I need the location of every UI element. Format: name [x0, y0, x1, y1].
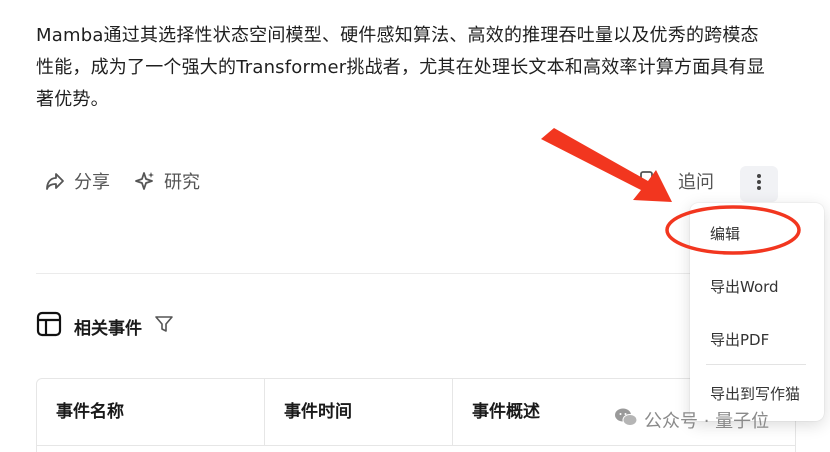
- related-events-title: 相关事件: [74, 318, 142, 339]
- menu-item-export-writing-cat[interactable]: 导出到写作猫: [710, 383, 800, 404]
- sparkle-icon: [134, 170, 156, 192]
- research-label: 研究: [164, 172, 200, 193]
- menu-item-export-pdf[interactable]: 导出PDF: [710, 329, 769, 350]
- more-vertical-icon: [756, 172, 762, 196]
- column-header-event-name: 事件名称: [37, 379, 265, 445]
- answer-actions: 分享 研究 追问: [36, 166, 796, 202]
- related-events-header: 相关事件: [36, 311, 174, 341]
- filter-icon[interactable]: [154, 314, 174, 338]
- menu-item-export-word[interactable]: 导出Word: [710, 276, 779, 297]
- more-options-button[interactable]: [740, 166, 778, 202]
- followup-button[interactable]: 追问: [678, 168, 714, 194]
- share-label: 分享: [74, 172, 110, 193]
- watermark: 公众号 · 量子位: [614, 406, 769, 433]
- research-button[interactable]: 研究: [134, 168, 200, 194]
- menu-item-edit[interactable]: 编辑: [710, 223, 740, 244]
- table-icon: [36, 311, 62, 341]
- answer-text: Mamba通过其选择性状态空间模型、硬件感知算法、高效的推理吞吐量以及优秀的跨模…: [36, 25, 766, 110]
- share-icon: [44, 170, 66, 192]
- copy-button[interactable]: [634, 168, 656, 190]
- watermark-text: 公众号 · 量子位: [644, 410, 770, 432]
- share-button[interactable]: 分享: [44, 168, 110, 194]
- copy-icon: [634, 168, 656, 190]
- menu-separator: [706, 364, 806, 365]
- table-row-divider: [37, 445, 795, 446]
- column-header-event-time: 事件时间: [265, 379, 453, 445]
- followup-label: 追问: [678, 172, 714, 193]
- section-divider: [36, 273, 796, 274]
- more-options-menu: 编辑 导出Word 导出PDF 导出到写作猫: [690, 203, 824, 421]
- wechat-icon: [614, 406, 638, 433]
